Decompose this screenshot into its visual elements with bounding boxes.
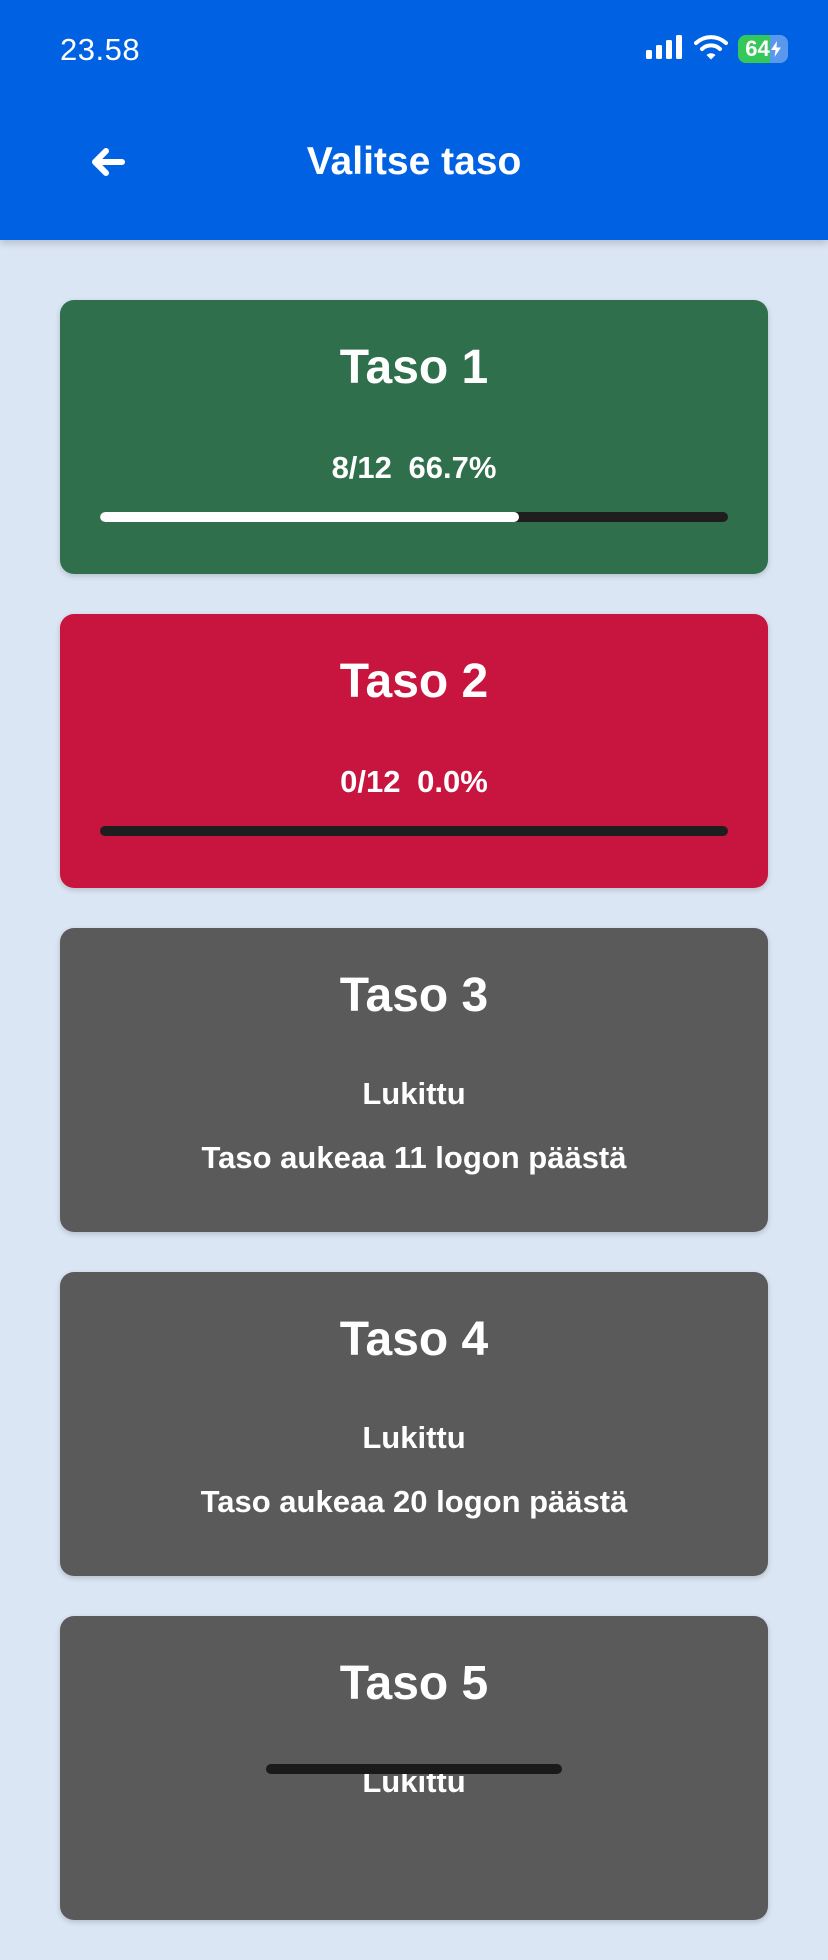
charging-bolt-icon [770, 41, 781, 57]
status-time: 23.58 [60, 32, 141, 67]
locked-label: Lukittu [362, 1420, 466, 1455]
progress-bar-fill [100, 512, 519, 522]
progress-bar [100, 826, 728, 836]
wifi-icon [694, 34, 728, 65]
level-title: Taso 1 [339, 341, 489, 394]
progress-bar [100, 512, 728, 522]
home-indicator [266, 1764, 562, 1774]
battery-percentage: 64 [745, 36, 770, 61]
level-progress-text: 8/12 66.7% [60, 450, 768, 486]
level-title: Taso 2 [339, 655, 489, 708]
level-card-3[interactable]: Taso 3 Lukittu Taso aukeaa 11 logon pääs… [60, 928, 768, 1232]
level-card-1[interactable]: Taso 1 8/12 66.7% [60, 300, 768, 574]
unlock-info: Taso aukeaa 20 logon päästä [200, 1484, 628, 1519]
status-icons: 64 [646, 34, 788, 64]
locked-label: Lukittu [362, 1076, 466, 1111]
level-list: Taso 1 8/12 66.7% Taso 2 0/12 0.0% Taso … [60, 300, 768, 1960]
page-title: Valitse taso [306, 140, 522, 183]
level-card-2[interactable]: Taso 2 0/12 0.0% [60, 614, 768, 888]
level-title: Taso 5 [339, 1657, 489, 1710]
progress-count: 8/12 [331, 450, 392, 485]
level-progress-text: 0/12 0.0% [60, 764, 768, 800]
unlock-info: Taso aukeaa 11 logon päästä [201, 1140, 627, 1175]
progress-percent: 66.7% [408, 450, 497, 485]
level-title: Taso 4 [339, 1313, 489, 1366]
app-header: 23.58 64 Valitse taso [0, 0, 828, 240]
progress-count: 0/12 [340, 764, 401, 799]
level-title: Taso 3 [339, 969, 489, 1022]
battery-icon: 64 [738, 35, 788, 63]
level-card-4[interactable]: Taso 4 Lukittu Taso aukeaa 20 logon pääs… [60, 1272, 768, 1576]
cellular-signal-icon [646, 34, 684, 64]
progress-percent: 0.0% [417, 764, 488, 799]
